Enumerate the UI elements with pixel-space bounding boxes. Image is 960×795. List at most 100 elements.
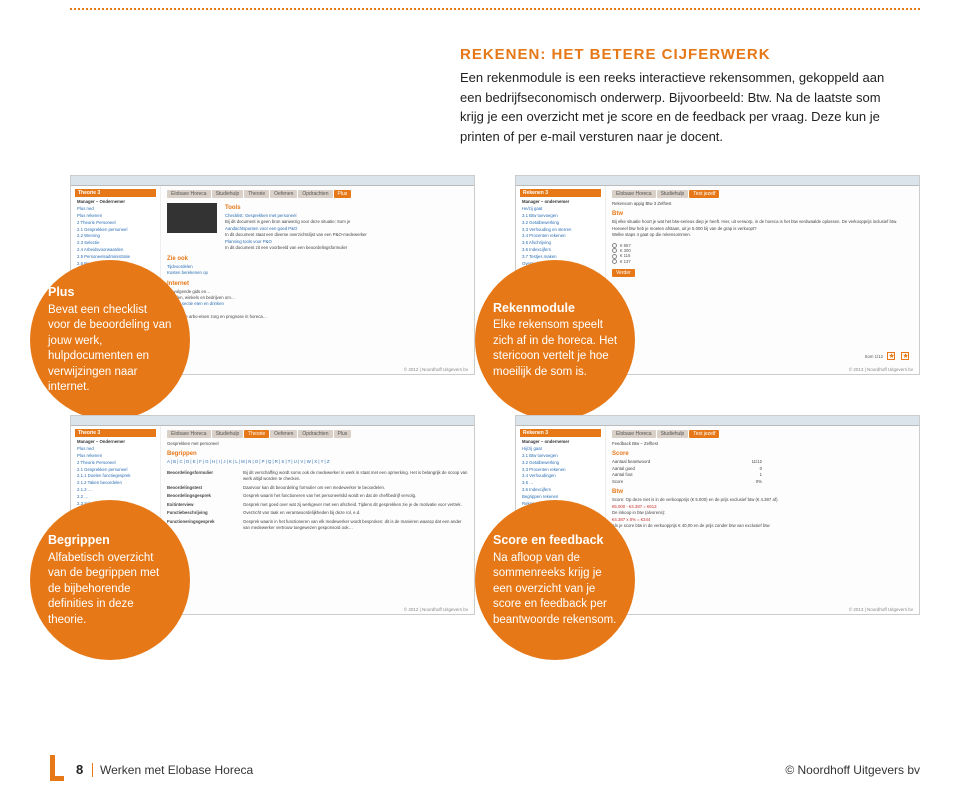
tab-testjezelf-active[interactable]: Test jezelf: [689, 190, 719, 198]
sidebar-item[interactable]: Hij/zij gaat: [520, 446, 601, 453]
tab-theorie-active[interactable]: Theorie: [244, 430, 269, 438]
alphabet-index[interactable]: A | B | C | D | E | F | G | H | I | J | …: [167, 459, 468, 465]
sidebar-header: Theorie 3: [75, 189, 156, 197]
feedback-text: Als je score btw in de verkoopprijs € 40…: [612, 523, 913, 529]
tab-opdrachten[interactable]: Opdrachten: [298, 190, 332, 198]
tab-oefenen[interactable]: Oefenen: [270, 430, 297, 438]
callout-text: Elke rekensom speelt zich af in de horec…: [493, 318, 617, 380]
sidebar-item[interactable]: Manager – Ondernemer: [75, 199, 156, 206]
page-title: REKENEN: HET BETERE CIJFERWERK: [460, 46, 890, 63]
tab-bar: Elobase Horeca Studiehulp Theorie Oefene…: [167, 430, 468, 438]
option-label: € 137: [620, 259, 631, 264]
score-heading: Score: [612, 451, 913, 457]
begrippen-heading: Begrippen: [167, 451, 468, 457]
sidebar-item[interactable]: 3.1 Btw toevoegen: [520, 213, 601, 220]
sidebar-item[interactable]: Plus ned: [75, 206, 156, 213]
tab-testjezelf-active[interactable]: Test jezelf: [689, 430, 719, 438]
tab-studiehulp[interactable]: Studiehulp: [212, 190, 244, 198]
tab-bar: Elobase Horeca Studiehulp Test jezelf: [612, 430, 913, 438]
tab-studiehulp[interactable]: Studiehulp: [212, 430, 244, 438]
option-label: € 300: [620, 248, 631, 253]
sidebar-item[interactable]: 3.1 Btw toevoegen: [520, 453, 601, 460]
term-def: Gesprek met goed over wat zij werkgever …: [243, 502, 468, 508]
sidebar-item[interactable]: Plus rekenen: [75, 453, 156, 460]
feedback-topic: Btw: [612, 489, 913, 495]
page-divider: [92, 763, 93, 777]
callout-text: Na afloop van de sommenreeks krijg je ee…: [493, 551, 617, 629]
content-area: Elobase Horeca Studiehulp Theorie Oefene…: [161, 426, 474, 614]
sidebar-item[interactable]: 2.4 Arbeidsvoorwaarden: [75, 247, 156, 254]
tab-elobase[interactable]: Elobase Horeca: [167, 430, 211, 438]
copyright: © Noordhoff Uitgevers bv: [785, 763, 920, 777]
callout-title: Score en feedback: [493, 532, 617, 549]
sidebar-item[interactable]: Manager – ondernemer: [520, 439, 601, 446]
verder-button[interactable]: Verder: [612, 269, 635, 277]
page-corner-mark: [50, 755, 64, 781]
som-counter: Som 1/12: [865, 354, 883, 359]
tab-plus[interactable]: Plus: [334, 430, 352, 438]
zieook-link[interactable]: Kosten berekenen op: [167, 270, 468, 276]
sidebar-item[interactable]: 3.5 …: [520, 480, 601, 487]
screenshot-footer: © 2012 | Noordhoff Uitgevers bv: [404, 607, 468, 612]
window-titlebar: [71, 176, 474, 186]
callout-text: Alfabetisch overzicht van de begrippen m…: [48, 551, 172, 629]
sidebar-item[interactable]: 2.1 Gesprekken personeel: [75, 227, 156, 234]
cell-begrippen: Theorie 3 Manager – Ondernemer Plus ned …: [70, 415, 475, 615]
sidebar-item[interactable]: 3.2 Getalbewerking: [520, 460, 601, 467]
term-def: Overzicht van taak en verantwoordelijkhe…: [243, 510, 468, 516]
internet-line: De meeste arbo-eisen zorg en prognose in…: [167, 314, 468, 320]
tool-desc: In dit document zit een voorbeeld van ee…: [225, 245, 468, 251]
sidebar-item[interactable]: Manager – Ondernemer: [75, 439, 156, 446]
tab-plus-active[interactable]: Plus: [334, 190, 352, 198]
section-tools-heading: Tools: [225, 205, 468, 211]
tab-oefenen[interactable]: Oefenen: [270, 190, 297, 198]
cell-plus: Theorie 3 Manager – Ondernemer Plus ned …: [70, 175, 475, 375]
sidebar-item[interactable]: 2 Theorie Personeel: [75, 460, 156, 467]
sidebar-item[interactable]: 3.3 Procenten rekenen: [520, 467, 601, 474]
term-name: Beoordelingsgesprek: [167, 493, 237, 499]
sidebar-item[interactable]: 3.2 Getalbewerking: [520, 220, 601, 227]
sidebar-item[interactable]: 2 Theorie Personeel: [75, 220, 156, 227]
page-number: 8: [76, 762, 83, 777]
sidebar-item[interactable]: 2.1.3 …: [75, 487, 156, 494]
tab-theorie[interactable]: Theorie: [244, 190, 269, 198]
sidebar-item[interactable]: 2.2 Werving: [75, 233, 156, 240]
radio-option[interactable]: € 137: [612, 259, 913, 264]
sidebar-item[interactable]: 2.1 Gesprekken personeel: [75, 467, 156, 474]
sidebar-item[interactable]: 3.4 Verhoudingen: [520, 473, 601, 480]
sidebar-item[interactable]: He/zij gaat: [520, 206, 601, 213]
term-def: Gesprek waarin in het functioneren van e…: [243, 519, 468, 532]
score-row-value: 0%: [722, 479, 762, 485]
term-name: Functiebeschrijving: [167, 510, 237, 516]
sidebar-item[interactable]: 3.4 Procenten rekenen: [520, 233, 601, 240]
term-name: Functioneringsgesprek: [167, 519, 237, 532]
sidebar-item[interactable]: Plus rekenen: [75, 213, 156, 220]
tab-studiehulp[interactable]: Studiehulp: [657, 190, 689, 198]
tab-opdrachten[interactable]: Opdrachten: [298, 430, 332, 438]
sidebar-item[interactable]: 2.1.2 Taken beoordelen: [75, 480, 156, 487]
tab-studiehulp[interactable]: Studiehulp: [657, 430, 689, 438]
sidebar-item[interactable]: Manager – ondernemer: [520, 199, 601, 206]
question-topic: Btw: [612, 211, 913, 217]
tab-elobase[interactable]: Elobase Horeca: [612, 430, 656, 438]
callout-bubble-score: Score en feedback Na afloop van de somme…: [475, 500, 635, 660]
sidebar-item[interactable]: 3.6 Indexcijfers: [520, 487, 601, 494]
callout-text: Bevat een checklist voor de beoordeling …: [48, 303, 172, 396]
sidebar-item[interactable]: 3.3 Verhouding en sterren: [520, 227, 601, 234]
section-internet-heading: Internet: [167, 281, 468, 287]
cell-rekenmodule: Rekenen 3 Manager – ondernemer He/zij ga…: [515, 175, 920, 375]
sidebar-item[interactable]: 2.3 Selectie: [75, 240, 156, 247]
tab-elobase[interactable]: Elobase Horeca: [167, 190, 211, 198]
screenshot-footer: © 2013 | Noordhoff Uitgevers bv: [849, 607, 913, 612]
question-text: Welke staps 4 gaat op die rekensommen.: [612, 232, 913, 238]
sidebar-item[interactable]: Plus ned: [75, 446, 156, 453]
window-titlebar: [516, 176, 919, 186]
callout-bubble-plus: Plus Bevat een checklist voor de beoorde…: [30, 260, 190, 420]
callout-bubble-rekenmodule: Rekenmodule Elke rekensom speelt zich af…: [475, 260, 635, 420]
sidebar-header: Rekenen 3: [520, 429, 601, 437]
sidebar-item[interactable]: 3.6 Indexcijfers: [520, 247, 601, 254]
tab-elobase[interactable]: Elobase Horeca: [612, 190, 656, 198]
page-label: Werken met Elobase Horeca: [100, 763, 253, 777]
sidebar-item[interactable]: 2.1.1 Doelen functiegesprek: [75, 473, 156, 480]
sidebar-item[interactable]: 3.5 Afschrijving: [520, 240, 601, 247]
